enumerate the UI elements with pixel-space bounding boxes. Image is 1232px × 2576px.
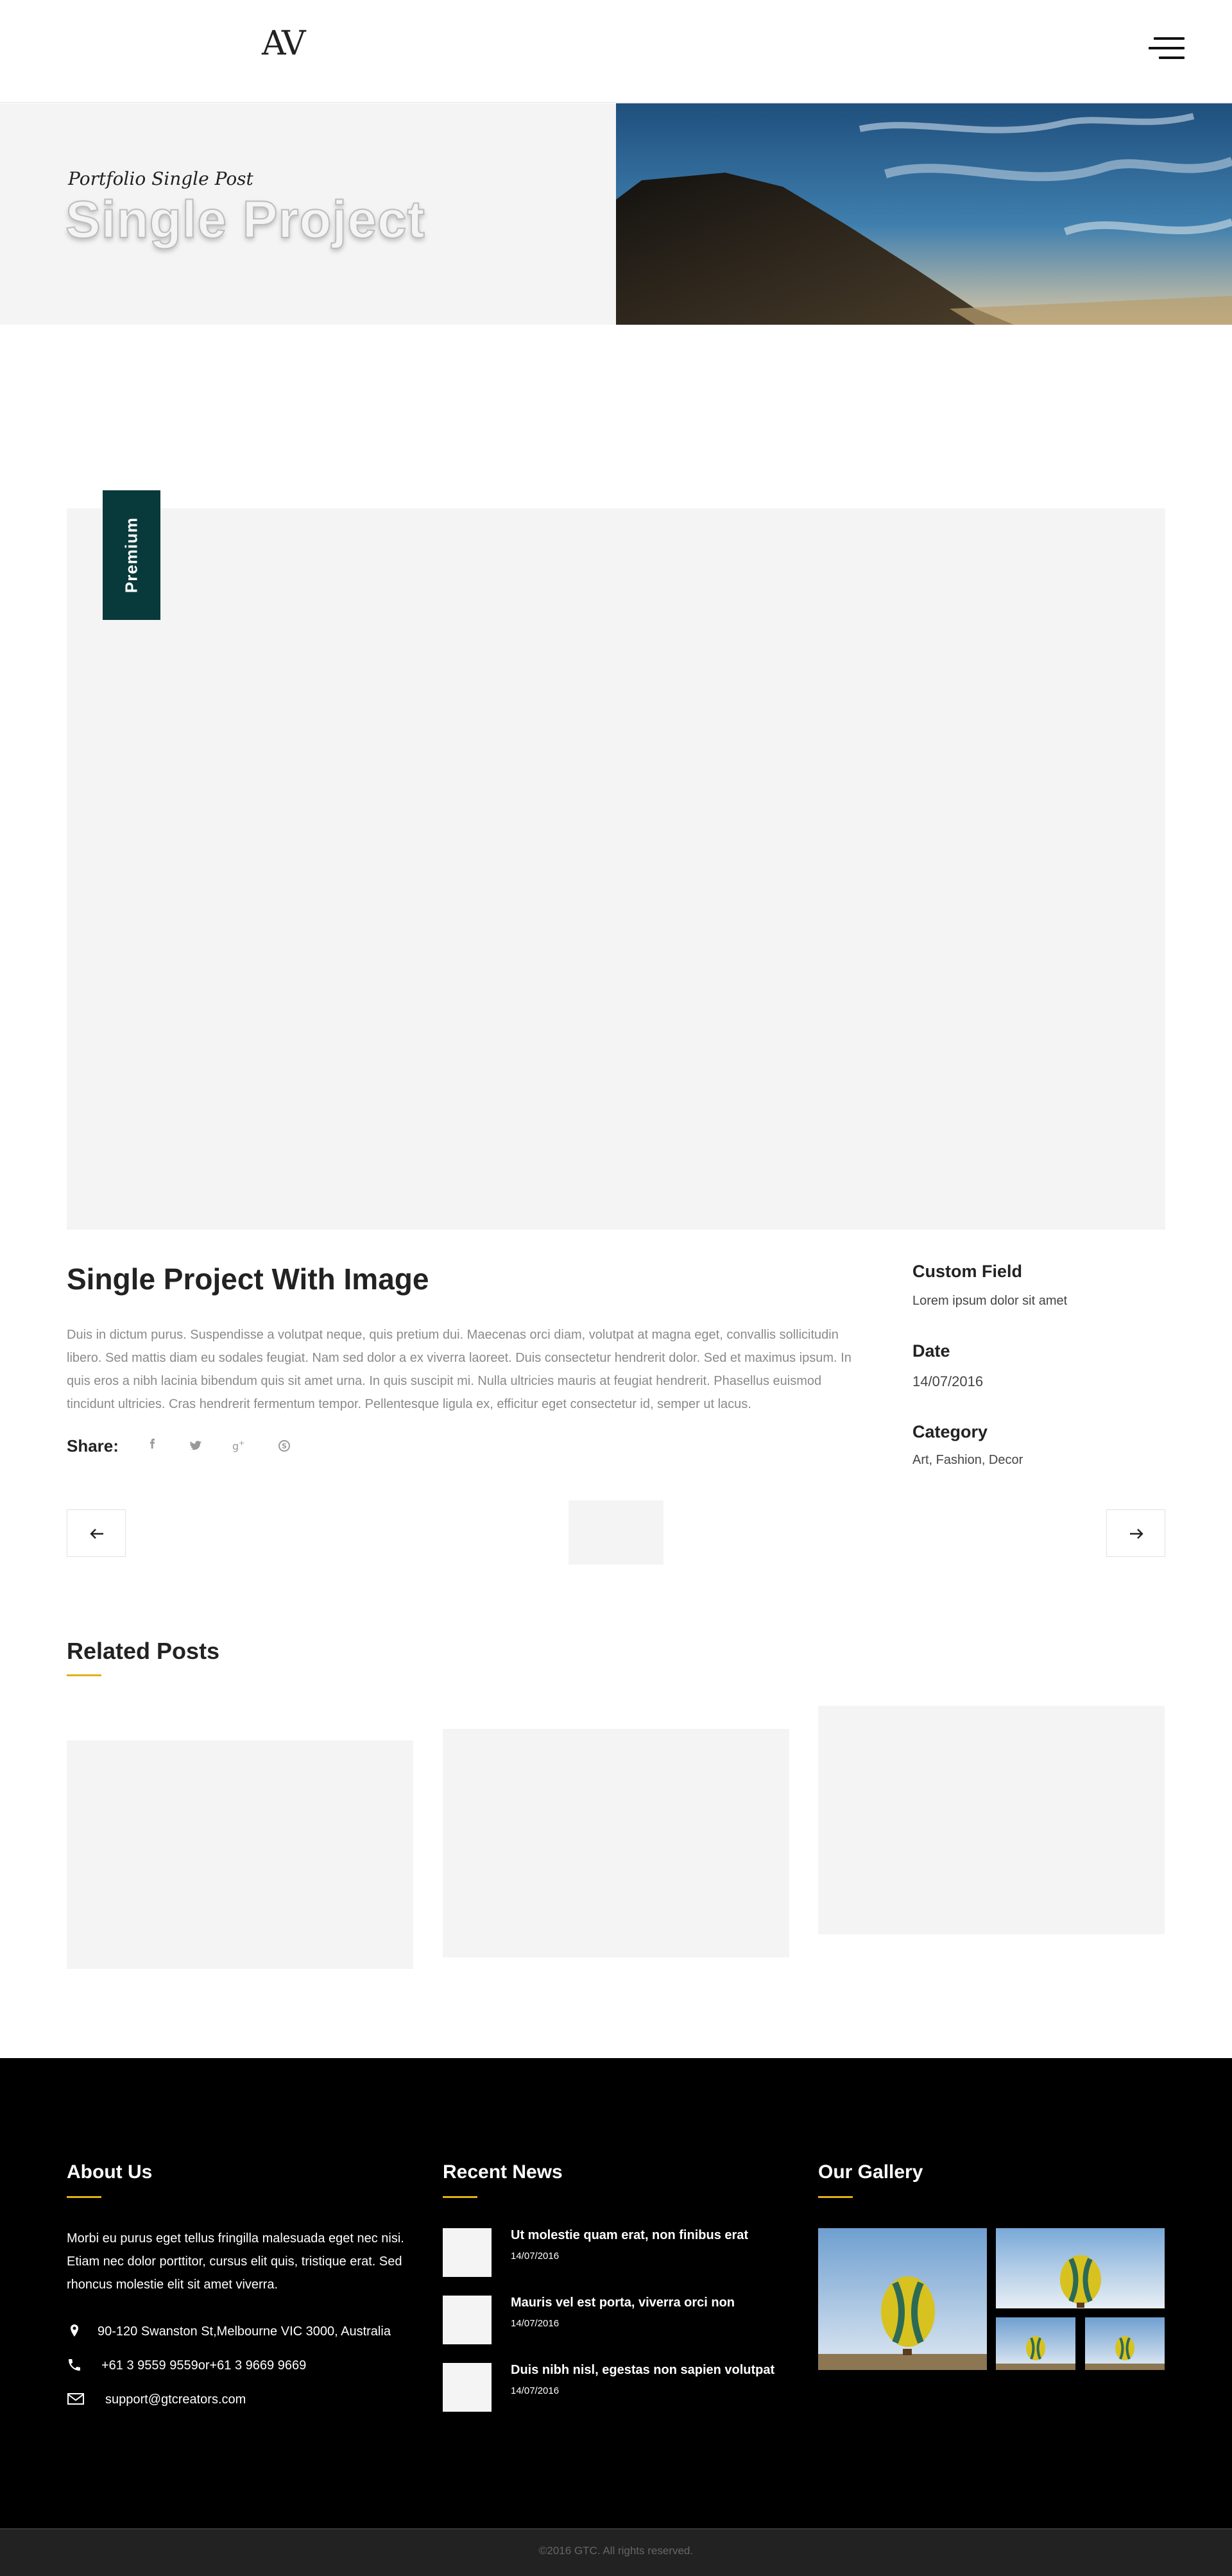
share-label: Share: <box>67 1436 119 1455</box>
related-post-card[interactable] <box>818 1706 1165 1934</box>
section-underline <box>67 1674 101 1676</box>
section-underline <box>443 2196 477 2198</box>
google-plus-icon[interactable]: g + <box>230 1436 249 1455</box>
svg-text:g: g <box>232 1440 239 1452</box>
hero-landscape-image <box>616 103 1232 325</box>
section-underline <box>67 2196 101 2198</box>
copyright-text: ©2016 GTC. All rights reserved. <box>538 2545 694 2557</box>
our-gallery-title: Our Gallery <box>818 2161 923 2183</box>
category-label: Category <box>912 1422 988 1441</box>
project-description: Duis in dictum purus. Suspendisse a volu… <box>67 1328 851 1411</box>
gallery-image[interactable] <box>996 2228 1165 2308</box>
custom-field-value: Lorem ipsum dolor sit amet <box>912 1294 1068 1308</box>
skype-icon[interactable]: S <box>275 1436 294 1455</box>
project-main-image <box>67 508 1165 1230</box>
gallery-image[interactable] <box>996 2317 1075 2370</box>
previous-project-button[interactable] <box>67 1509 126 1557</box>
news-item-date: 14/07/2016 <box>511 2385 560 2396</box>
about-us-text: Morbi eu purus eget tellus fringilla mal… <box>67 2231 404 2292</box>
news-item-title[interactable]: Mauris vel est porta, viverra orci non <box>511 2296 735 2310</box>
svg-text:S: S <box>282 1442 287 1450</box>
arrow-right-icon <box>1130 1529 1143 1539</box>
related-post-card[interactable] <box>443 1729 789 1957</box>
envelope-icon <box>67 2393 84 2405</box>
facebook-icon[interactable] <box>144 1436 163 1455</box>
next-project-button[interactable] <box>1106 1509 1165 1557</box>
contact-phone[interactable]: +61 3 9559 9559or+61 3 9669 9669 <box>101 2358 306 2373</box>
hero-subtitle: Portfolio Single Post <box>68 168 253 189</box>
related-posts-title: Related Posts <box>67 1638 220 1664</box>
premium-badge-label: Premium <box>121 517 141 594</box>
site-header <box>0 0 1232 103</box>
news-item-date: 14/07/2016 <box>511 2318 560 2329</box>
recent-news-title: Recent News <box>443 2161 563 2183</box>
related-post-card[interactable] <box>67 1740 413 1969</box>
section-underline <box>818 2196 853 2198</box>
news-thumbnail[interactable] <box>443 2363 492 2412</box>
premium-badge: Premium <box>103 490 160 620</box>
news-thumbnail[interactable] <box>443 2296 492 2344</box>
twitter-icon[interactable] <box>186 1436 205 1455</box>
project-title: Single Project With Image <box>67 1262 429 1296</box>
category-value: Art, Fashion, Decor <box>912 1453 1023 1467</box>
site-logo[interactable]: AV <box>262 24 305 63</box>
news-item-date: 14/07/2016 <box>511 2251 560 2262</box>
gallery-image[interactable] <box>1085 2317 1165 2370</box>
contact-address: 90-120 Swanston St,Melbourne VIC 3000, A… <box>98 2324 391 2339</box>
gallery-image[interactable] <box>818 2228 987 2370</box>
hamburger-menu-icon[interactable] <box>1149 37 1185 60</box>
date-label: Date <box>912 1341 950 1361</box>
contact-email[interactable]: support@gtcreators.com <box>105 2392 246 2407</box>
date-value: 14/07/2016 <box>912 1373 984 1389</box>
news-item-title[interactable]: Duis nibh nisl, egestas non sapien volut… <box>511 2363 774 2378</box>
phone-icon <box>69 2359 80 2371</box>
news-item-title[interactable]: Ut molestie quam erat, non finibus erat <box>511 2228 748 2243</box>
arrow-left-icon <box>90 1529 103 1539</box>
all-projects-button[interactable] <box>569 1500 663 1565</box>
svg-text:+: + <box>239 1439 244 1447</box>
map-marker-icon <box>71 2324 78 2337</box>
custom-field-label: Custom Field <box>912 1262 1023 1281</box>
news-thumbnail[interactable] <box>443 2228 492 2277</box>
page-title: Single Project <box>65 190 425 250</box>
about-us-title: About Us <box>67 2161 153 2183</box>
